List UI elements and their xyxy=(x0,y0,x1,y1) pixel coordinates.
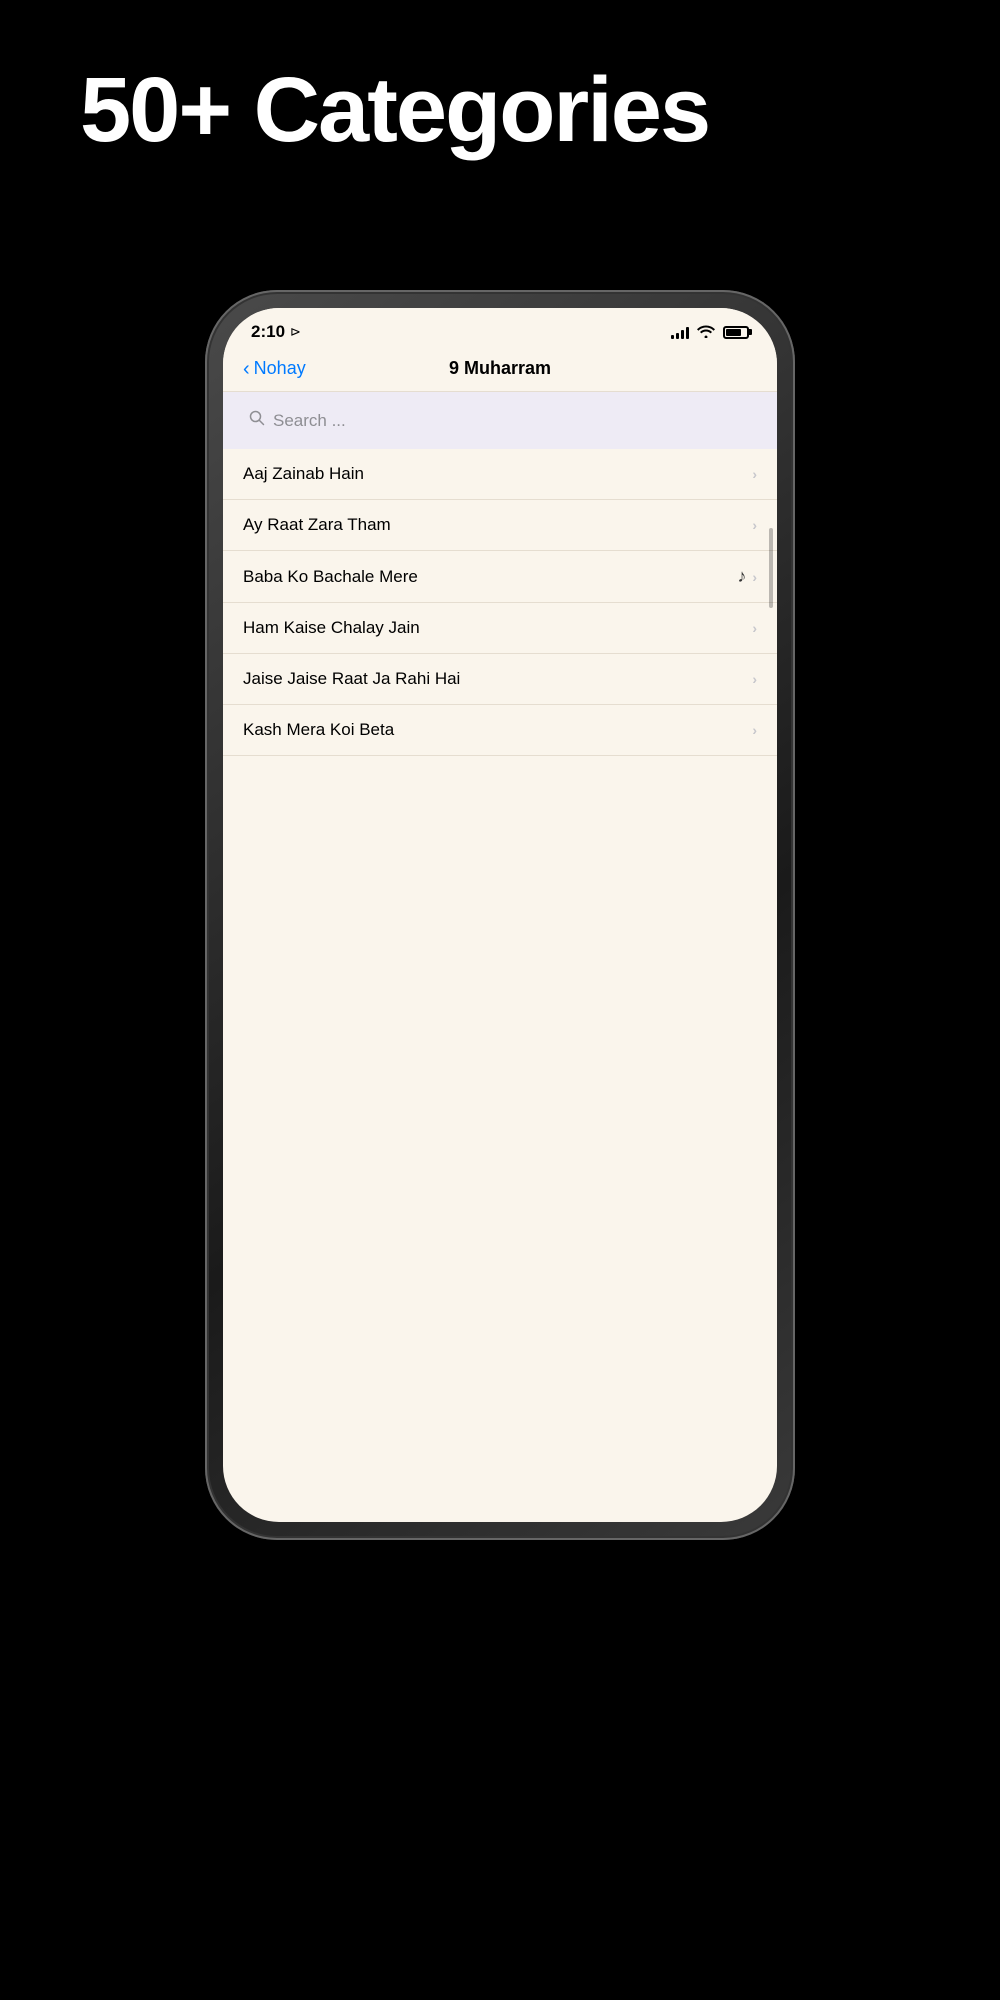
chevron-right-icon: › xyxy=(752,466,757,482)
list-item[interactable]: Ham Kaise Chalay Jain › xyxy=(223,603,777,654)
song-title: Ay Raat Zara Tham xyxy=(243,515,391,535)
song-title: Kash Mera Koi Beta xyxy=(243,720,394,740)
status-time: 2:10 ⊳ xyxy=(251,322,301,342)
list-item[interactable]: Kash Mera Koi Beta › xyxy=(223,705,777,756)
chevron-right-icon: › xyxy=(752,569,757,585)
song-title: Baba Ko Bachale Mere xyxy=(243,567,418,587)
chevron-right-icon: › xyxy=(752,722,757,738)
song-title: Aaj Zainab Hain xyxy=(243,464,364,484)
phone-screen: 2:10 ⊳ xyxy=(223,308,777,1522)
phone-mockup: 2:10 ⊳ xyxy=(205,290,795,1540)
status-icons xyxy=(671,324,749,341)
page-title: 9 Muharram xyxy=(449,358,551,379)
back-button[interactable]: ‹ Nohay xyxy=(243,358,306,379)
list-item[interactable]: Jaise Jaise Raat Ja Rahi Hai › xyxy=(223,654,777,705)
back-label: Nohay xyxy=(254,358,306,379)
nav-bar: ‹ Nohay 9 Muharram xyxy=(223,350,777,392)
back-chevron-icon: ‹ xyxy=(243,359,250,379)
search-placeholder: Search ... xyxy=(273,411,346,431)
signal-bars-icon xyxy=(671,325,689,339)
scrollbar-track[interactable] xyxy=(769,528,773,1322)
song-list: Aaj Zainab Hain › Ay Raat Zara Tham › Ba… xyxy=(223,449,777,756)
song-title: Jaise Jaise Raat Ja Rahi Hai xyxy=(243,669,460,689)
chevron-right-icon: › xyxy=(752,620,757,636)
status-bar: 2:10 ⊳ xyxy=(223,308,777,350)
battery-icon xyxy=(723,326,749,339)
search-bar[interactable]: Search ... xyxy=(237,402,763,439)
empty-content-area xyxy=(223,756,777,1156)
search-container[interactable]: Search ... xyxy=(223,392,777,449)
scrollbar-thumb[interactable] xyxy=(769,528,773,608)
location-icon: ⊳ xyxy=(290,324,301,340)
song-title: Ham Kaise Chalay Jain xyxy=(243,618,420,638)
list-item[interactable]: Ay Raat Zara Tham › xyxy=(223,500,777,551)
wifi-icon xyxy=(697,324,715,341)
music-note-icon: ♪ xyxy=(737,566,746,587)
chevron-right-icon: › xyxy=(752,671,757,687)
list-item[interactable]: Aaj Zainab Hain › xyxy=(223,449,777,500)
chevron-right-icon: › xyxy=(752,517,757,533)
hero-title: 50+ Categories xyxy=(80,60,709,161)
list-item[interactable]: Baba Ko Bachale Mere ♪ › xyxy=(223,551,777,603)
search-icon xyxy=(249,410,265,431)
